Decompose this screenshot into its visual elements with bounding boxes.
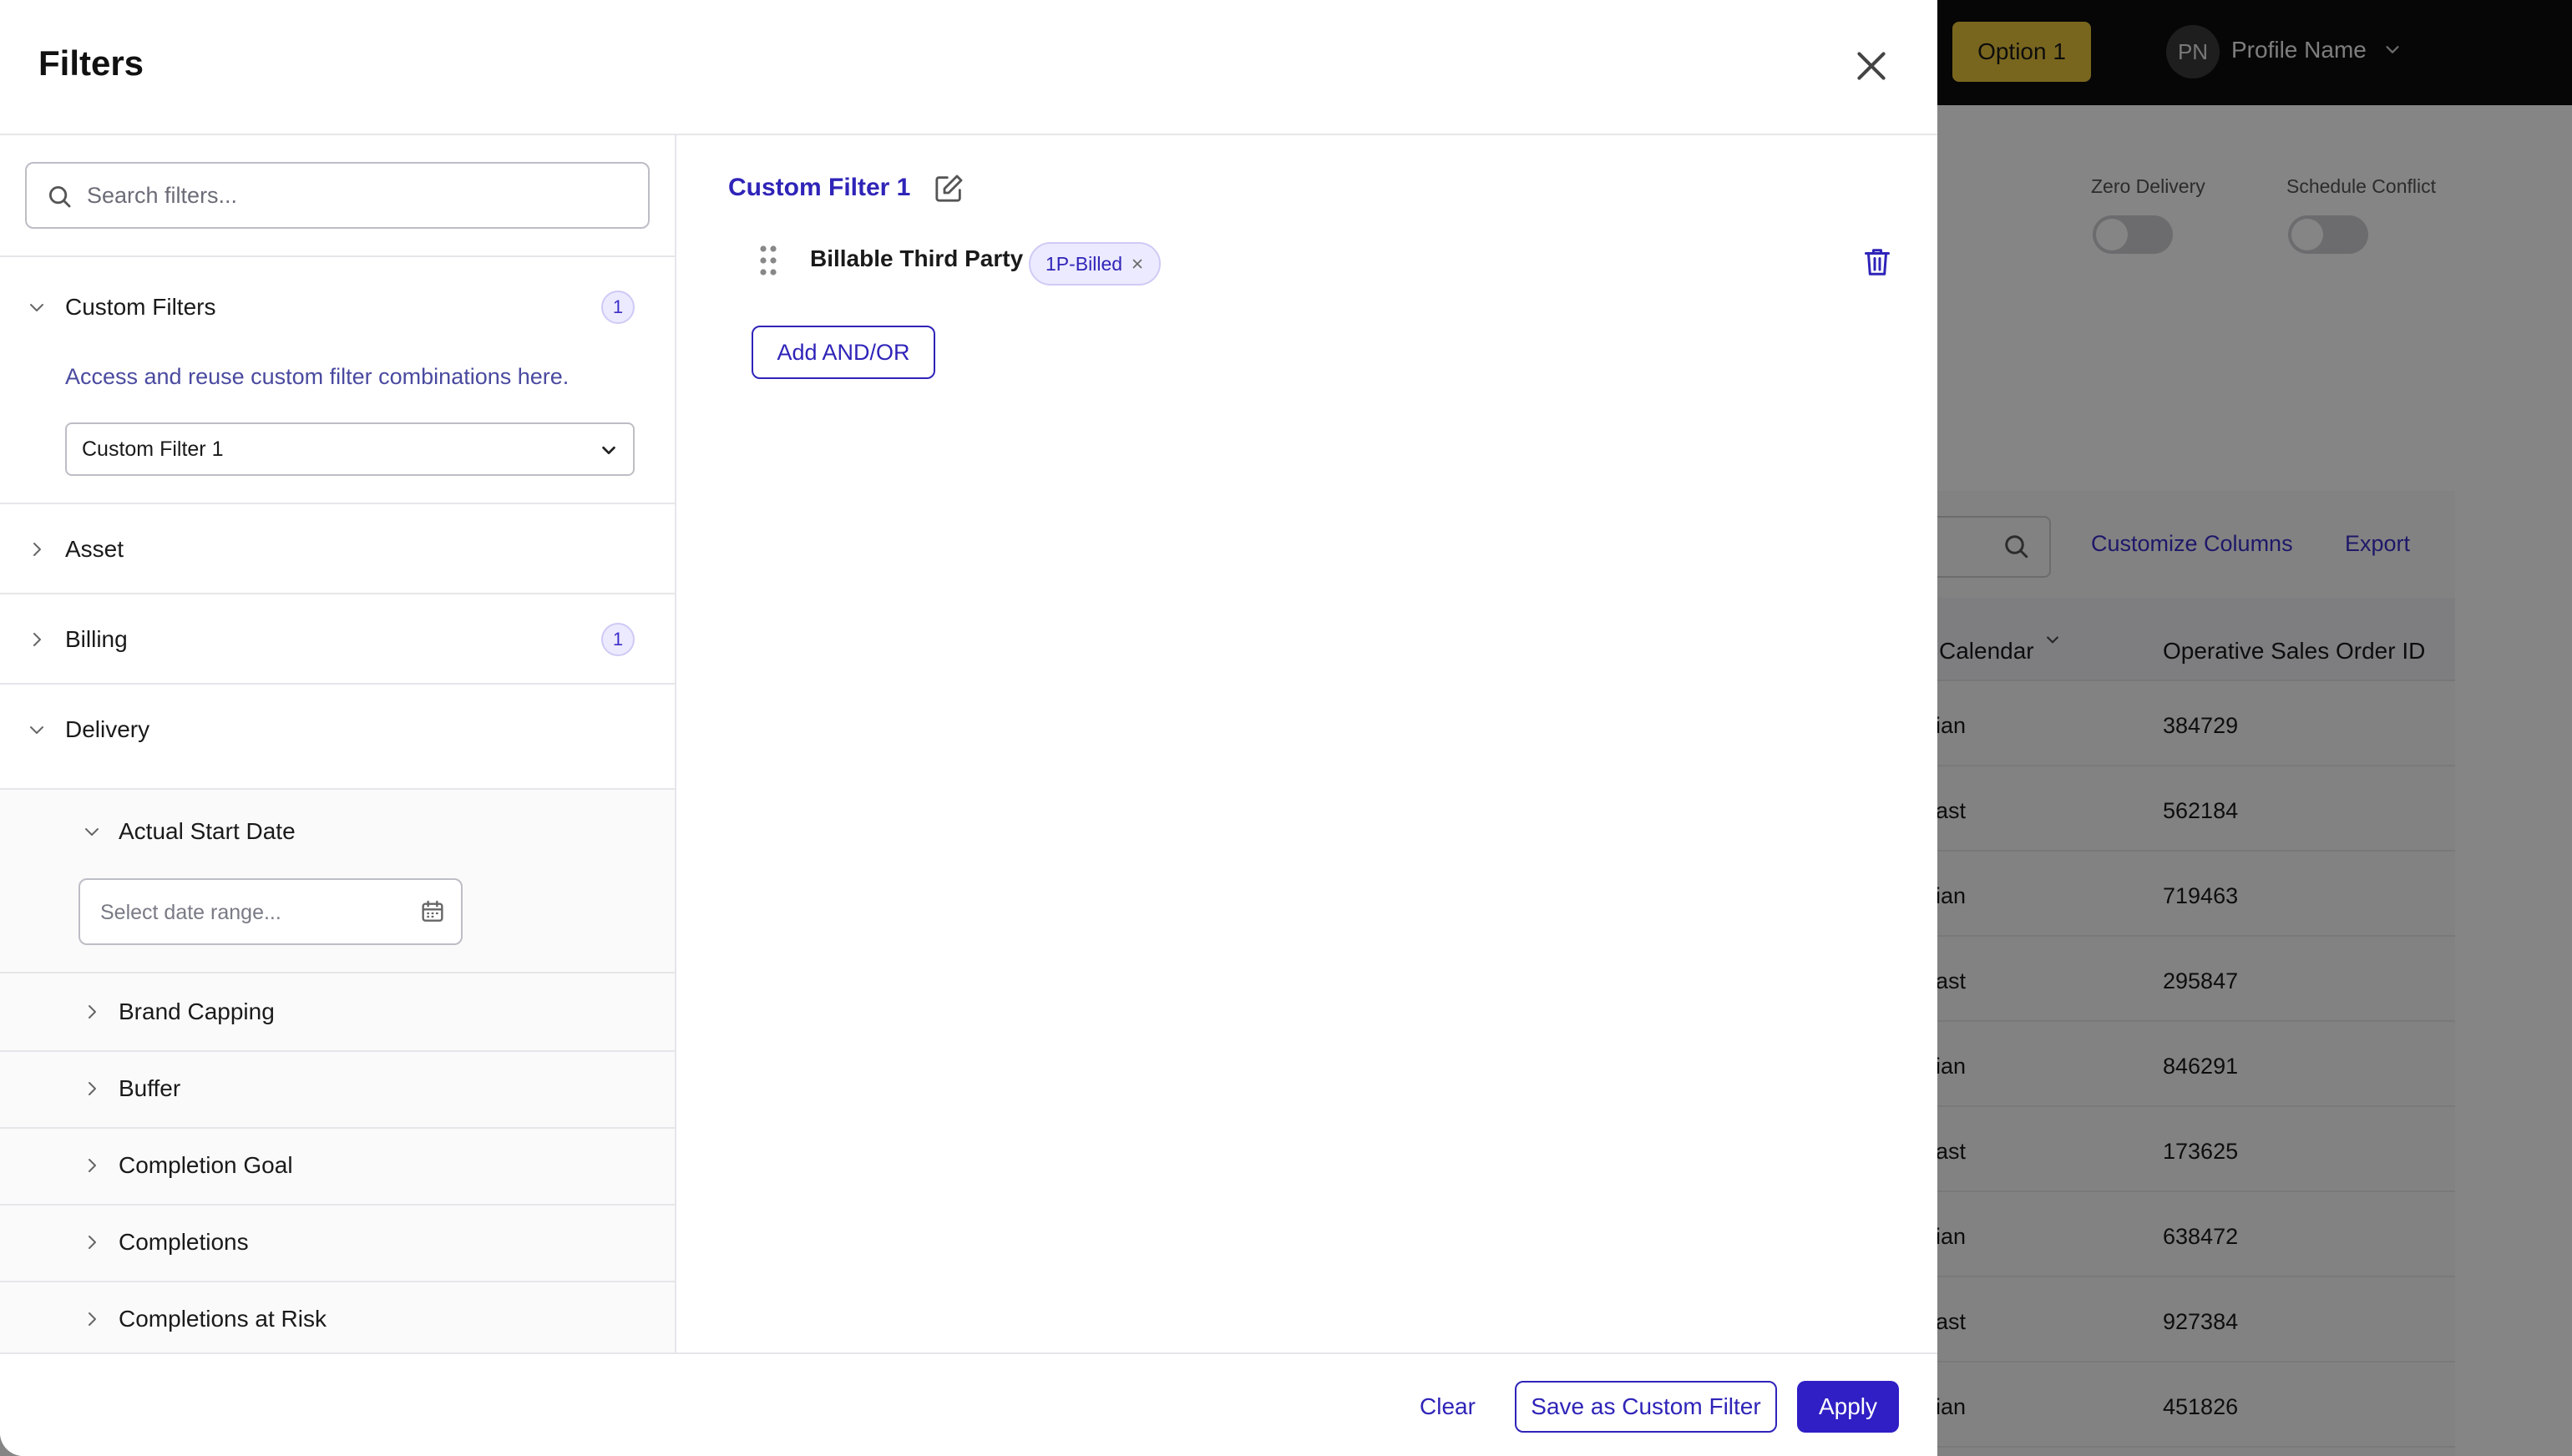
custom-filter-select[interactable]: Custom Filter 1 [65, 422, 635, 476]
filter-search [25, 162, 650, 229]
count-badge: 1 [601, 291, 635, 324]
chevron-down-icon [30, 304, 43, 311]
add-and-or-button[interactable]: Add AND/OR [752, 326, 935, 379]
subfilter-row[interactable]: Completion Goal [0, 1127, 675, 1202]
close-icon[interactable] [1851, 45, 1892, 87]
chevron-right-icon [89, 1312, 96, 1326]
date-range-picker [78, 878, 463, 945]
section-delivery[interactable]: Delivery [0, 685, 675, 773]
trash-icon[interactable] [1862, 245, 1892, 279]
section-billing[interactable]: Billing 1 [0, 594, 675, 683]
search-input[interactable] [87, 170, 630, 220]
chevron-down-icon [602, 446, 615, 455]
section-label-delivery: Delivery [65, 716, 150, 742]
filter-categories-pane: Custom Filters 1 Access and reuse custom… [0, 135, 676, 1354]
custom-filter-select-value: Custom Filter 1 [82, 437, 224, 461]
rule-label: Billable Third Party [810, 245, 1024, 271]
apply-button[interactable]: Apply [1797, 1381, 1899, 1433]
subfilter-row[interactable]: Brand Capping [0, 973, 675, 1049]
chip-remove-icon[interactable] [1131, 257, 1144, 270]
edit-icon[interactable] [932, 172, 965, 205]
chevron-right-icon [89, 1005, 96, 1019]
save-custom-filter-button[interactable]: Save as Custom Filter [1515, 1381, 1777, 1433]
chevron-right-icon [89, 1159, 96, 1172]
filter-builder-pane: Custom Filter 1 Billable Third Party 1P-… [678, 135, 1937, 1354]
modal-footer: Clear Save as Custom Filter Apply [0, 1352, 1937, 1456]
filter-value-chip: 1P-Billed [1029, 242, 1162, 286]
subfilter-label: Buffer [119, 1075, 181, 1101]
custom-filters-helper: Access and reuse custom filter combinati… [65, 364, 570, 389]
chip-label: 1P-Billed [1046, 252, 1123, 275]
chevron-down-icon [30, 726, 43, 734]
subfilter-label-actual-start-date: Actual Start Date [119, 818, 296, 844]
date-range-input[interactable] [100, 890, 401, 935]
modal-title: Filters [38, 43, 144, 83]
subfilter-row[interactable]: Buffer [0, 1050, 675, 1125]
chevron-right-icon [33, 633, 41, 646]
chevron-right-icon [89, 1236, 96, 1249]
search-icon [48, 185, 71, 208]
chevron-down-icon [85, 828, 99, 836]
clear-button[interactable]: Clear [1403, 1381, 1492, 1433]
subfilter-label: Brand Capping [119, 998, 275, 1024]
section-label-billing: Billing [65, 626, 128, 652]
section-asset[interactable]: Asset [0, 504, 675, 593]
subfilter-row[interactable]: Completions [0, 1204, 675, 1279]
calendar-icon[interactable] [419, 898, 446, 925]
subfilter-row[interactable]: Completions at Risk [0, 1281, 675, 1354]
chevron-right-icon [33, 543, 41, 556]
subfilter-label: Completion Goal [119, 1152, 293, 1178]
subfilter-actual-start-date[interactable]: Actual Start Date [0, 790, 675, 872]
section-custom-filters[interactable]: Custom Filters 1 [0, 262, 675, 351]
divider [0, 255, 675, 257]
custom-filter-name: Custom Filter 1 [728, 174, 911, 201]
drag-handle-icon[interactable] [757, 244, 780, 277]
subfilter-label: Completions at Risk [119, 1306, 327, 1332]
filters-modal: Filters Custom Filters 1 Access and reus… [0, 0, 1937, 1456]
modal-header: Filters [0, 0, 1937, 135]
section-label-custom-filters: Custom Filters [65, 294, 216, 320]
subfilter-label: Completions [119, 1229, 249, 1255]
count-badge: 1 [601, 623, 635, 656]
chevron-right-icon [89, 1082, 96, 1095]
section-label-asset: Asset [65, 536, 124, 562]
